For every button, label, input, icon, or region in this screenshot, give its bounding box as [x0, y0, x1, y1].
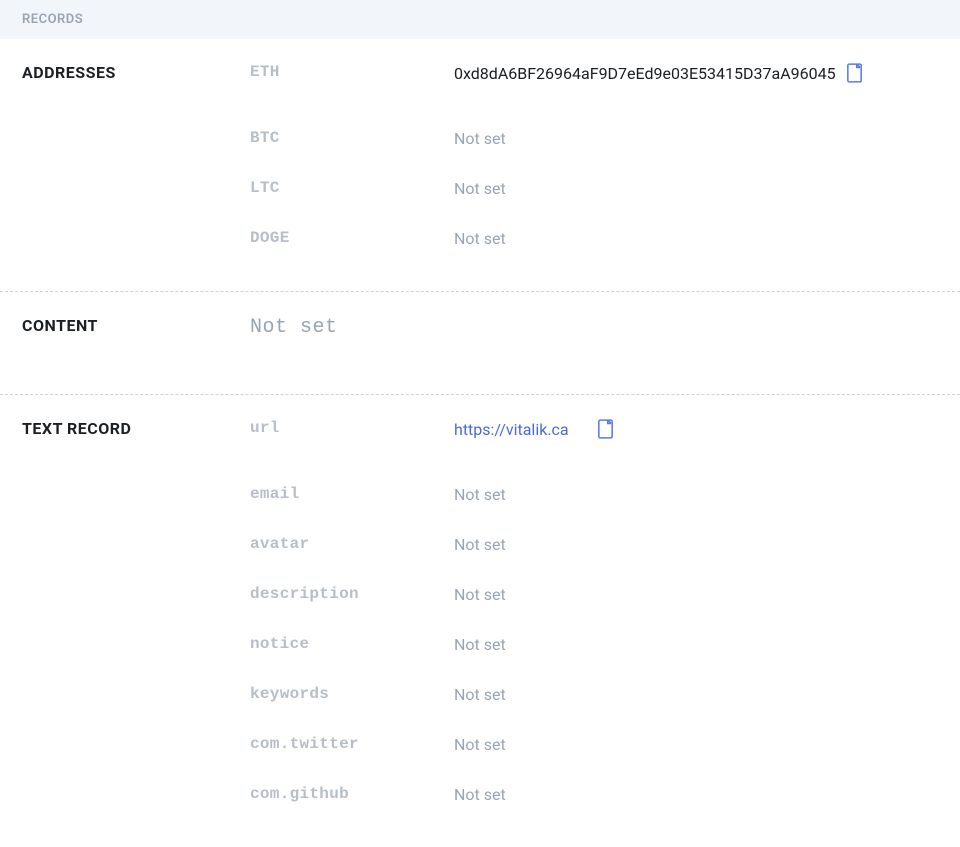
text-record-key-twitter: com.twitter	[250, 735, 454, 753]
addresses-section: ADDRESSES ETH 0xd8dA6BF26964aF9D7eEd9e03…	[0, 39, 960, 291]
text-record-value-url[interactable]: https://vitalik.ca	[454, 419, 614, 439]
text-record-key-avatar: avatar	[250, 535, 454, 553]
text-record-value-email: Not set	[454, 485, 506, 504]
text-record-value-github: Not set	[454, 785, 506, 804]
address-value-btc: Not set	[454, 129, 506, 148]
text-record-section: TEXT RECORD url https://vitalik.ca email…	[0, 395, 960, 847]
text-record-value-twitter: Not set	[454, 735, 506, 754]
address-key-eth: ETH	[250, 63, 454, 81]
text-record-key-url: url	[250, 419, 454, 437]
text-record-section-label: TEXT RECORD	[22, 419, 250, 438]
text-record-value-url-text: https://vitalik.ca	[454, 420, 569, 439]
addresses-section-label: ADDRESSES	[22, 63, 250, 82]
text-record-key-keywords: keywords	[250, 685, 454, 703]
address-key-btc: BTC	[250, 129, 454, 147]
address-key-doge: DOGE	[250, 229, 454, 247]
address-value-doge: Not set	[454, 229, 506, 248]
copy-icon[interactable]	[597, 419, 614, 439]
address-value-eth: 0xd8dA6BF26964aF9D7eEd9e03E53415D37aA960…	[454, 63, 863, 83]
text-record-key-github: com.github	[250, 785, 454, 803]
content-section-label: CONTENT	[22, 316, 250, 335]
text-record-key-email: email	[250, 485, 454, 503]
content-section: CONTENT Not set	[0, 292, 960, 394]
text-record-key-notice: notice	[250, 635, 454, 653]
text-record-value-description: Not set	[454, 585, 506, 604]
text-record-value-notice: Not set	[454, 635, 506, 654]
text-record-value-keywords: Not set	[454, 685, 506, 704]
text-record-value-avatar: Not set	[454, 535, 506, 554]
records-header: RECORDS	[0, 0, 960, 39]
address-value-ltc: Not set	[454, 179, 506, 198]
address-key-ltc: LTC	[250, 179, 454, 197]
content-value: Not set	[250, 316, 338, 339]
records-header-label: RECORDS	[22, 12, 83, 27]
copy-icon[interactable]	[846, 63, 863, 83]
text-record-key-description: description	[250, 585, 454, 603]
address-value-eth-text: 0xd8dA6BF26964aF9D7eEd9e03E53415D37aA960…	[454, 64, 836, 83]
